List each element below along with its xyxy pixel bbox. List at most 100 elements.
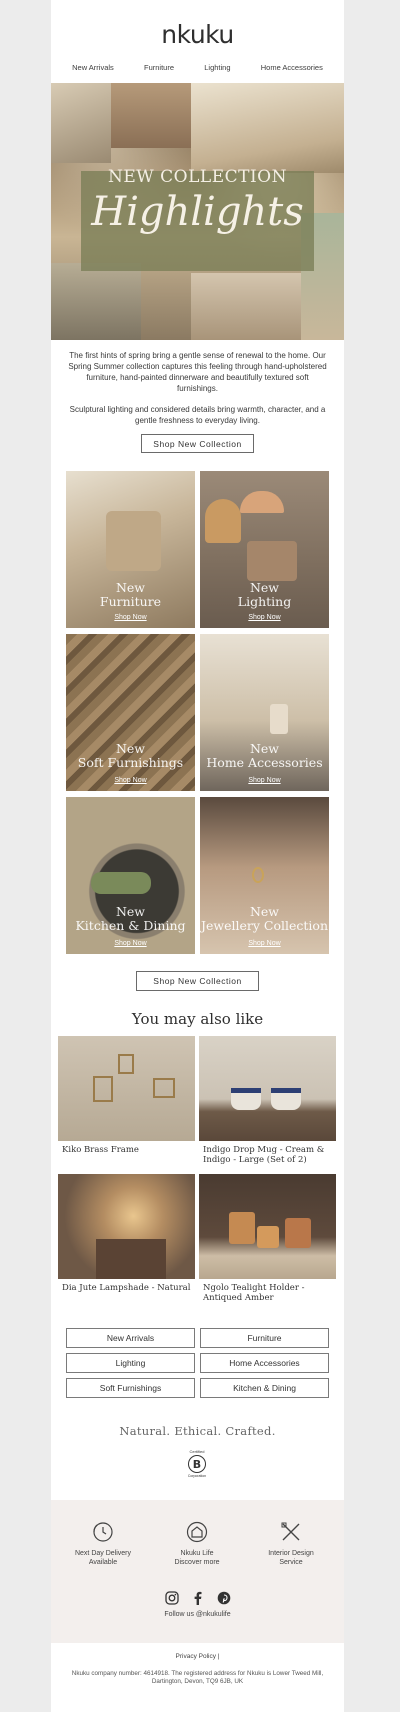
product-image [58, 1036, 195, 1141]
pendant-necklace-image [252, 867, 264, 883]
b-corp-icon: B [188, 1455, 206, 1473]
tile-new-jewellery-collection[interactable]: New Jewellery Collection Shop Now [200, 797, 329, 954]
b-corp-certified-label: Certified [189, 1449, 205, 1454]
product-name[interactable]: Ngolo Tealight Holder - Antiqued Amber [199, 1283, 336, 1303]
facebook-icon[interactable] [191, 1591, 205, 1605]
link-new-arrivals[interactable]: New Arrivals [66, 1328, 195, 1348]
feature-nkuku-life[interactable]: Nkuku Life Discover more [152, 1520, 242, 1567]
tile-label-category: Furniture [99, 594, 162, 609]
b-corp-corporation-label: Corporation [187, 1474, 207, 1478]
frame-image [153, 1078, 175, 1098]
brand-tagline: Natural. Ethical. Crafted. [119, 1424, 276, 1438]
product-name[interactable]: Indigo Drop Mug - Cream & Indigo - Large… [199, 1145, 336, 1165]
wooden-chest-image [96, 1239, 166, 1279]
link-lighting[interactable]: Lighting [66, 1353, 195, 1373]
hero-script-title: Highlights [91, 189, 304, 235]
armchair-image [106, 511, 161, 571]
tealight-holder-image [285, 1218, 311, 1248]
feature-next-day-delivery[interactable]: Next Day Delivery Available [58, 1520, 148, 1567]
feature-line1: Interior Design [268, 1550, 314, 1557]
hero-photo-living-room [191, 273, 301, 340]
top-nav: New Arrivals Furniture Lighting Home Acc… [51, 63, 344, 72]
feature-line1: Nkuku Life [180, 1550, 214, 1557]
shop-now-link[interactable]: Shop Now [200, 940, 329, 947]
feature-line2: Available [88, 1558, 118, 1566]
link-furniture[interactable]: Furniture [200, 1328, 329, 1348]
tile-label-new: New [115, 741, 146, 756]
shop-new-collection-button-secondary[interactable]: Shop New Collection [136, 971, 259, 991]
shop-now-link[interactable]: Shop Now [66, 940, 195, 947]
link-kitchen-dining[interactable]: Kitchen & Dining [200, 1378, 329, 1398]
jute-pendant-image [247, 541, 297, 581]
tile-new-furniture[interactable]: New Furniture Shop Now [66, 471, 195, 628]
product-card-dia-lampshade[interactable]: Dia Jute Lampshade - Natural [58, 1174, 195, 1293]
tile-label-new: New [249, 904, 280, 919]
nkuku-logo[interactable]: nkuku [51, 20, 344, 49]
feature-line2: Service [279, 1558, 303, 1566]
intro-paragraph-1: The first hints of spring bring a gentle… [68, 351, 327, 393]
feature-line2: Discover more [174, 1558, 220, 1566]
shop-new-collection-button[interactable]: Shop New Collection [141, 434, 254, 453]
tile-label-new: New [115, 580, 146, 595]
feature-interior-design[interactable]: Interior Design Service [246, 1520, 336, 1567]
footer-features: Next Day Delivery Available Nkuku Life D… [51, 1500, 344, 1643]
frame-image [93, 1076, 113, 1102]
tealight-holder-image [257, 1226, 279, 1248]
hero-photo-kitchen [191, 83, 344, 173]
nav-home-accessories[interactable]: Home Accessories [261, 63, 323, 72]
tealight-holder-image [229, 1212, 255, 1244]
follow-us-text[interactable]: Follow us @nkukulife [51, 1611, 344, 1618]
social-links [51, 1591, 344, 1605]
shop-now-link[interactable]: Shop Now [66, 614, 195, 621]
pendant-shade-image [240, 491, 284, 513]
nav-new-arrivals[interactable]: New Arrivals [72, 63, 114, 72]
tile-label-category: Kitchen & Dining [75, 918, 186, 933]
link-soft-furnishings[interactable]: Soft Furnishings [66, 1378, 195, 1398]
product-card-kiko-frame[interactable]: Kiko Brass Frame [58, 1036, 195, 1155]
product-card-indigo-mug[interactable]: Indigo Drop Mug - Cream & Indigo - Large… [199, 1036, 336, 1165]
tile-label-new: New [249, 580, 280, 595]
tile-label-category: Lighting [237, 594, 292, 609]
tile-label-category: Jewellery Collection [201, 918, 328, 933]
nav-lighting[interactable]: Lighting [204, 63, 230, 72]
clock-icon [93, 1522, 113, 1542]
product-image [199, 1174, 336, 1279]
product-card-ngolo-tealight[interactable]: Ngolo Tealight Holder - Antiqued Amber [199, 1174, 336, 1303]
you-may-also-like-title: You may also like [131, 1010, 264, 1028]
feature-line1: Next Day Delivery [74, 1550, 131, 1557]
tile-label-new: New [115, 904, 146, 919]
tile-new-home-accessories[interactable]: New Home Accessories Shop Now [200, 634, 329, 791]
hero-banner[interactable]: NEW COLLECTION Highlights [51, 83, 344, 340]
asparagus-dish-image [91, 872, 151, 894]
tile-new-soft-furnishings[interactable]: New Soft Furnishings Shop Now [66, 634, 195, 791]
pinterest-icon[interactable] [217, 1591, 231, 1605]
instagram-icon[interactable] [164, 1591, 179, 1605]
product-image [58, 1174, 195, 1279]
hero-title: NEW COLLECTION [108, 167, 287, 187]
shop-now-link[interactable]: Shop Now [200, 614, 329, 621]
intro-text: The first hints of spring bring a gentle… [65, 350, 330, 426]
shop-now-link[interactable]: Shop Now [66, 777, 195, 784]
product-image [199, 1036, 336, 1141]
mug-image [231, 1088, 261, 1110]
shop-now-link[interactable]: Shop Now [200, 777, 329, 784]
product-name[interactable]: Dia Jute Lampshade - Natural [58, 1283, 195, 1293]
diffuser-image [270, 704, 288, 734]
rattan-pendant-image [205, 499, 241, 543]
hero-photo-glassware [51, 263, 141, 340]
link-home-accessories[interactable]: Home Accessories [200, 1353, 329, 1373]
intro-paragraph-2: Sculptural lighting and considered detai… [69, 405, 326, 425]
hero-photo-sofa [111, 83, 191, 148]
tile-new-lighting[interactable]: New Lighting Shop Now [200, 471, 329, 628]
b-corp-logo[interactable]: Certified B Corporation [186, 1449, 208, 1478]
hero-photo-armchair [51, 83, 111, 163]
tile-new-kitchen-dining[interactable]: New Kitchen & Dining Shop Now [66, 797, 195, 954]
legal-address-text: Nkuku company number: 4614918. The regis… [71, 1670, 324, 1685]
privacy-policy-link[interactable]: Privacy Policy | [51, 1653, 344, 1660]
nav-furniture[interactable]: Furniture [144, 63, 174, 72]
email-page: nkuku New Arrivals Furniture Lighting Ho… [51, 0, 344, 1712]
product-name[interactable]: Kiko Brass Frame [58, 1145, 195, 1155]
house-icon [186, 1521, 208, 1543]
design-tools-icon [281, 1522, 300, 1541]
tile-label-new: New [249, 741, 280, 756]
